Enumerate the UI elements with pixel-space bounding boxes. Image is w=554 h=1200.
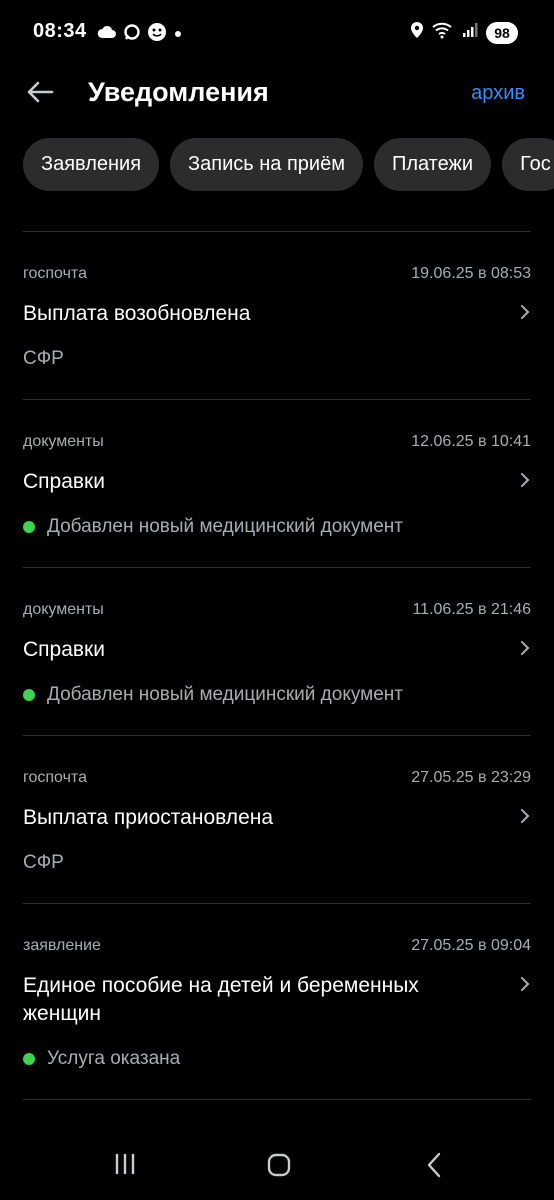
notification-subtitle: Добавлен новый медицинский документ: [23, 516, 403, 538]
chevron-right-icon: [519, 472, 531, 488]
chip-payments[interactable]: Платежи: [373, 138, 492, 191]
notification-category: документы: [23, 601, 104, 618]
status-right-icons: 98: [410, 21, 518, 44]
notification-date: 11.06.25 в 21:46: [412, 601, 531, 618]
location-icon: [410, 21, 424, 44]
chat-bubble-icon: [123, 23, 141, 46]
notification-item[interactable]: заявление 27.05.25 в 09:04 Единое пособи…: [23, 904, 531, 1099]
status-time: 08:34: [33, 20, 87, 42]
divider: [23, 1099, 531, 1100]
notification-subtitle: Добавлен новый медицинский документ: [23, 684, 403, 706]
chip-appointment[interactable]: Запись на приём: [170, 138, 363, 191]
notification-category: госпочта: [23, 265, 87, 282]
chip-applications[interactable]: Заявления: [23, 138, 160, 191]
dot-icon: [173, 26, 183, 44]
notification-title: Справки: [23, 638, 105, 661]
system-nav-bar: [0, 1130, 554, 1200]
notification-item[interactable]: госпочта 19.06.25 в 08:53 Выплата возобн…: [23, 232, 531, 399]
arrow-left-icon: [26, 80, 54, 109]
notification-subtitle: СФР: [23, 348, 64, 370]
cloud-icon: [97, 25, 117, 44]
notification-item[interactable]: госпочта 27.05.25 в 23:29 Выплата приост…: [23, 736, 531, 903]
status-dot: [23, 689, 35, 701]
notification-date: 12.06.25 в 10:41: [411, 433, 531, 450]
notification-category: заявление: [23, 937, 101, 954]
notification-subtitle-text: СФР: [23, 852, 64, 873]
status-dot: [23, 521, 35, 533]
notification-title: Выплата приостановлена: [23, 806, 274, 829]
notification-category: госпочта: [23, 769, 87, 786]
notification-subtitle: СФР: [23, 852, 64, 874]
notification-subtitle: Услуга оказана: [23, 1048, 180, 1070]
chevron-right-icon: [519, 976, 531, 992]
wifi-icon: [432, 21, 454, 44]
home-icon: [267, 1153, 291, 1177]
status-bar: 08:34 98: [0, 0, 554, 64]
page-title: Уведомления: [88, 77, 269, 107]
notification-subtitle-text: Добавлен новый медицинский документ: [47, 684, 403, 705]
chevron-right-icon: [519, 640, 531, 656]
chevron-right-icon: [519, 808, 531, 824]
notification-item[interactable]: документы 12.06.25 в 10:41 Справки Добав…: [23, 400, 531, 567]
header: Уведомления архив: [0, 64, 554, 124]
chevron-left-icon: [427, 1152, 441, 1178]
archive-link[interactable]: архив: [471, 82, 525, 105]
notification-title: Единое пособие на детей и беременных жен…: [23, 974, 419, 1025]
status-dot: [23, 1053, 35, 1065]
notification-date: 27.05.25 в 09:04: [411, 937, 531, 954]
status-left-icons: [97, 22, 183, 47]
signal-icon: [462, 22, 478, 43]
chevron-right-icon: [519, 304, 531, 320]
back-button[interactable]: [22, 76, 58, 112]
chip-gos[interactable]: Гос: [502, 138, 554, 191]
notification-subtitle-text: СФР: [23, 348, 64, 369]
battery-indicator: 98: [486, 21, 518, 44]
notification-title: Выплата возобновлена: [23, 302, 251, 325]
system-back-button[interactable]: [425, 1152, 443, 1183]
recent-apps-icon: [115, 1154, 135, 1174]
screen: 08:34 98 Уведомления архив Заявления Зап…: [0, 0, 554, 1200]
notification-list: госпочта 19.06.25 в 08:53 Выплата возобн…: [23, 231, 531, 1100]
notification-title: Справки: [23, 470, 105, 493]
notification-subtitle-text: Услуга оказана: [47, 1048, 181, 1069]
recent-apps-button[interactable]: [113, 1152, 137, 1181]
notification-subtitle-text: Добавлен новый медицинский документ: [47, 516, 403, 537]
notification-date: 27.05.25 в 23:29: [411, 769, 531, 786]
face-icon: [147, 22, 167, 47]
notification-date: 19.06.25 в 08:53: [411, 265, 531, 282]
notification-category: документы: [23, 433, 104, 450]
home-button[interactable]: [266, 1152, 292, 1183]
notification-item[interactable]: документы 11.06.25 в 21:46 Справки Добав…: [23, 568, 531, 735]
filter-chips: Заявления Запись на приём Платежи Гос: [23, 138, 554, 191]
